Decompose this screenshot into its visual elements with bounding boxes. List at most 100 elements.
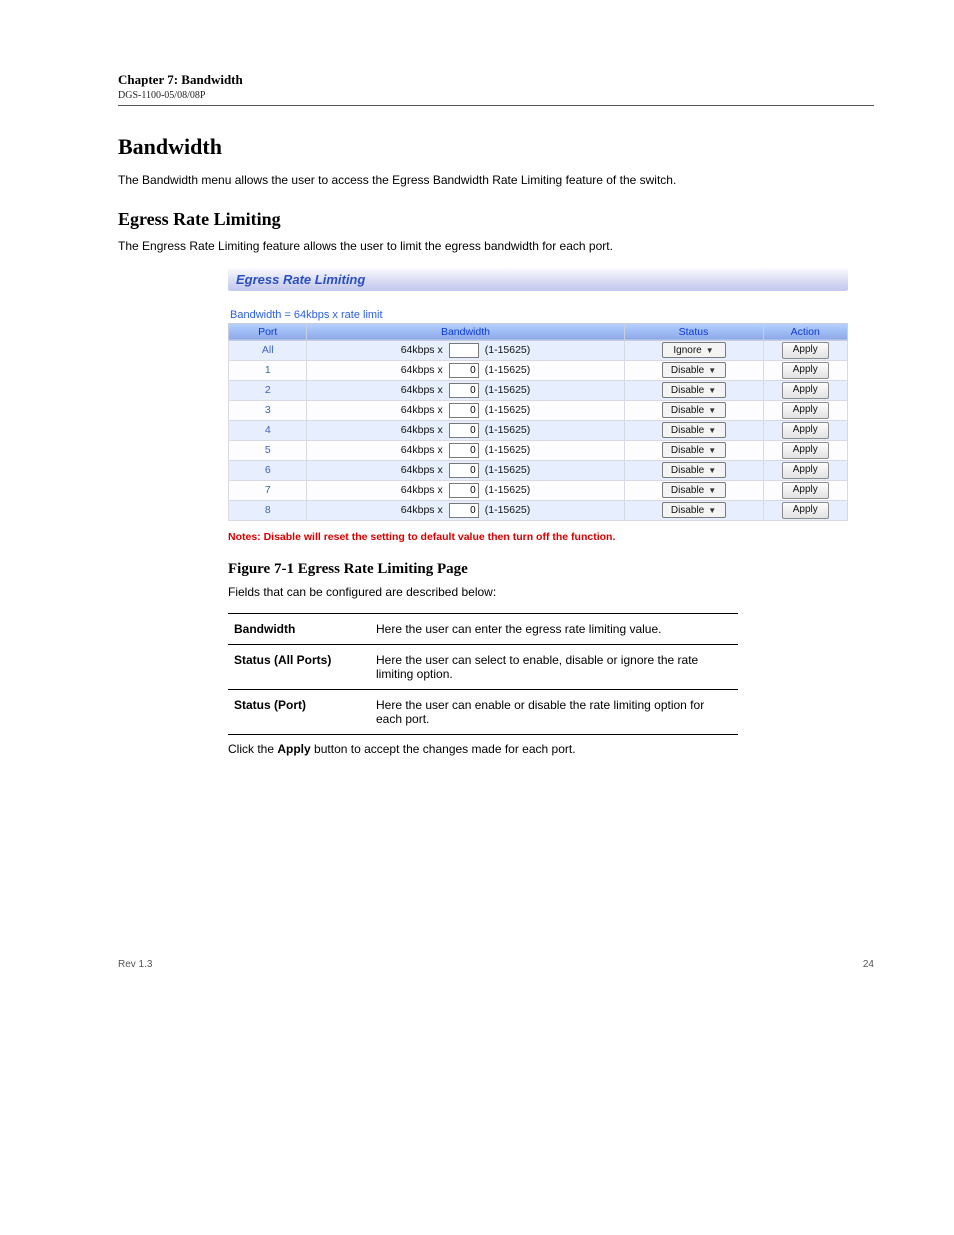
rate-input[interactable] [449,503,479,518]
bandwidth-cell: 64kbps x (1-15625) [307,380,624,400]
bandwidth-cell: 64kbps x(1-15625) [307,400,624,420]
table-row: 664kbps x(1-15625) Disable▼ Apply [229,460,848,480]
panel-formula: Bandwidth = 64kbps x rate limit [230,309,848,321]
bandwidth-cell: 64kbps x (1-15625) [307,500,624,520]
action-cell: Apply [763,480,847,500]
rate-input[interactable] [449,363,479,378]
bandwidth-prefix: 64kbps x [401,384,443,396]
status-select-label: Disable [671,445,704,456]
bandwidth-cell: 64kbps x(1-15625) [307,340,624,360]
chevron-down-icon: ▼ [708,446,716,455]
rate-input[interactable] [449,403,479,418]
status-cell: Disable▼ [624,460,763,480]
col-status: Status [624,323,763,340]
defs-table: BandwidthHere the user can enter the egr… [228,613,738,735]
table-row: 464kbps x(1-15625)Disable▼Apply [229,420,848,440]
chevron-down-icon: ▼ [708,506,716,515]
action-cell: Apply [763,380,847,400]
defs-row: BandwidthHere the user can enter the egr… [228,614,738,645]
port-cell: 7 [229,480,307,500]
defs-row: Status (Port)Here the user can enable or… [228,690,738,735]
port-cell: 6 [229,460,307,480]
apply-button[interactable]: Apply [782,362,829,379]
status-select[interactable]: Ignore▼ [662,342,726,358]
bandwidth-prefix: 64kbps x [401,404,443,416]
status-cell: Disable▼ [624,400,763,420]
chevron-down-icon: ▼ [708,366,716,375]
bandwidth-range: (1-15625) [485,484,531,496]
status-cell: Disable▼ [624,420,763,440]
defs-desc: Here the user can select to enable, disa… [370,645,738,690]
bandwidth-prefix: 64kbps x [401,444,443,456]
bandwidth-prefix: 64kbps x [401,344,443,356]
defs-row: Status (All Ports)Here the user can sele… [228,645,738,690]
status-select-label: Disable [671,465,704,476]
chapter-title: Chapter 7: Bandwidth [118,72,874,88]
apply-button[interactable]: Apply [782,422,829,439]
defs-term: Bandwidth [228,614,370,645]
status-select[interactable]: Disable▼ [662,402,726,418]
action-cell: Apply [763,400,847,420]
bandwidth-cell: 64kbps x(1-15625) [307,460,624,480]
port-cell: 1 [229,360,307,380]
port-cell: 5 [229,440,307,460]
page-header: Chapter 7: Bandwidth DGS-1100-05/08/08P [118,72,874,106]
bandwidth-prefix: 64kbps x [401,364,443,376]
chevron-down-icon: ▼ [708,486,716,495]
status-select-label: Disable [671,425,704,436]
status-select[interactable]: Disable▼ [662,382,726,398]
apply-button[interactable]: Apply [782,462,829,479]
bandwidth-cell: 64kbps x (1-15625) [307,440,624,460]
status-cell: Ignore▼ [624,340,763,360]
port-cell: 8 [229,500,307,520]
rate-input[interactable] [449,423,479,438]
bandwidth-cell: 64kbps x(1-15625) [307,420,624,440]
action-cell: Apply [763,440,847,460]
table-row: 5 64kbps x (1-15625) Disable ▼ Apply [229,440,848,460]
apply-button[interactable]: Apply [782,382,829,399]
status-select[interactable]: Disable▼ [662,462,726,478]
apply-button[interactable]: Apply [782,502,829,519]
action-cell: Apply [763,360,847,380]
status-select-label: Disable [671,385,704,396]
port-cell: All [229,340,307,360]
defs-intro: Fields that can be configured are descri… [228,584,874,601]
rate-input[interactable] [449,443,479,458]
table-row: All64kbps x(1-15625) Ignore▼ Apply [229,340,848,360]
status-select-label: Disable [671,485,704,496]
apply-button[interactable]: Apply [782,442,829,459]
rate-input[interactable] [449,343,479,358]
chevron-down-icon: ▼ [706,346,714,355]
bandwidth-range: (1-15625) [485,504,531,516]
apply-button[interactable]: Apply [782,402,829,419]
action-cell: Apply [763,500,847,520]
status-select[interactable]: Disable ▼ [662,482,726,498]
figure-caption: Figure 7-1 Egress Rate Limiting Page [228,561,874,578]
bandwidth-cell: 64kbps x (1-15625) [307,480,624,500]
apply-button[interactable]: Apply [782,342,829,359]
defs-term: Status (Port) [228,690,370,735]
status-select[interactable]: Disable ▼ [662,442,726,458]
port-cell: 3 [229,400,307,420]
status-select[interactable]: Disable▼ [662,422,726,438]
apply-button[interactable]: Apply [782,482,829,499]
status-select[interactable]: Disable▼ [662,502,726,518]
rate-input[interactable] [449,463,479,478]
bandwidth-range: (1-15625) [485,384,531,396]
rate-input[interactable] [449,383,479,398]
bandwidth-prefix: 64kbps x [401,484,443,496]
status-select-label: Disable [671,365,704,376]
rate-input[interactable] [449,483,479,498]
status-select-label: Disable [671,405,704,416]
status-select[interactable]: Disable ▼ [662,362,726,378]
action-cell: Apply [763,340,847,360]
bandwidth-range: (1-15625) [485,444,531,456]
defs-desc: Here the user can enable or disable the … [370,690,738,735]
footer-right: 24 [863,959,874,970]
bandwidth-prefix: 64kbps x [401,504,443,516]
col-port: Port [229,323,307,340]
page-footer: Rev 1.3 24 [118,959,874,970]
bandwidth-range: (1-15625) [485,424,531,436]
bandwidth-range: (1-15625) [485,364,531,376]
section-heading-bandwidth: Bandwidth [118,134,874,160]
